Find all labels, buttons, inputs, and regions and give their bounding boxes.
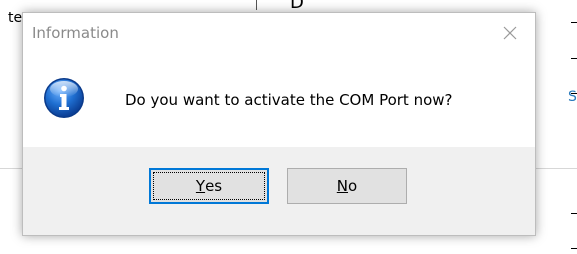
background-dash — [571, 213, 577, 214]
no-button[interactable]: No — [287, 168, 407, 204]
background-partial-text: D — [290, 0, 304, 12]
yes-button-label: es — [205, 177, 223, 195]
information-dialog: Information Do you want to activate the … — [22, 12, 536, 236]
close-button[interactable] — [499, 22, 521, 44]
yes-button[interactable]: Yes — [149, 168, 269, 204]
no-button-mnemonic: N — [336, 177, 349, 195]
background-dash — [571, 58, 577, 59]
dialog-content: Do you want to activate the COM Port now… — [23, 53, 535, 147]
dialog-title: Information — [32, 24, 119, 42]
background-divider — [256, 0, 257, 10]
dialog-titlebar[interactable]: Information — [23, 13, 535, 53]
background-link-fragment: S — [568, 89, 577, 105]
background-dash — [571, 248, 577, 249]
dialog-message: Do you want to activate the COM Port now… — [125, 91, 453, 109]
no-button-label: o — [348, 177, 358, 195]
close-icon — [503, 26, 517, 40]
yes-button-mnemonic: Y — [195, 177, 206, 195]
background-text-fragment: te — [8, 10, 23, 26]
info-icon — [44, 78, 84, 118]
background-dash — [571, 22, 577, 23]
